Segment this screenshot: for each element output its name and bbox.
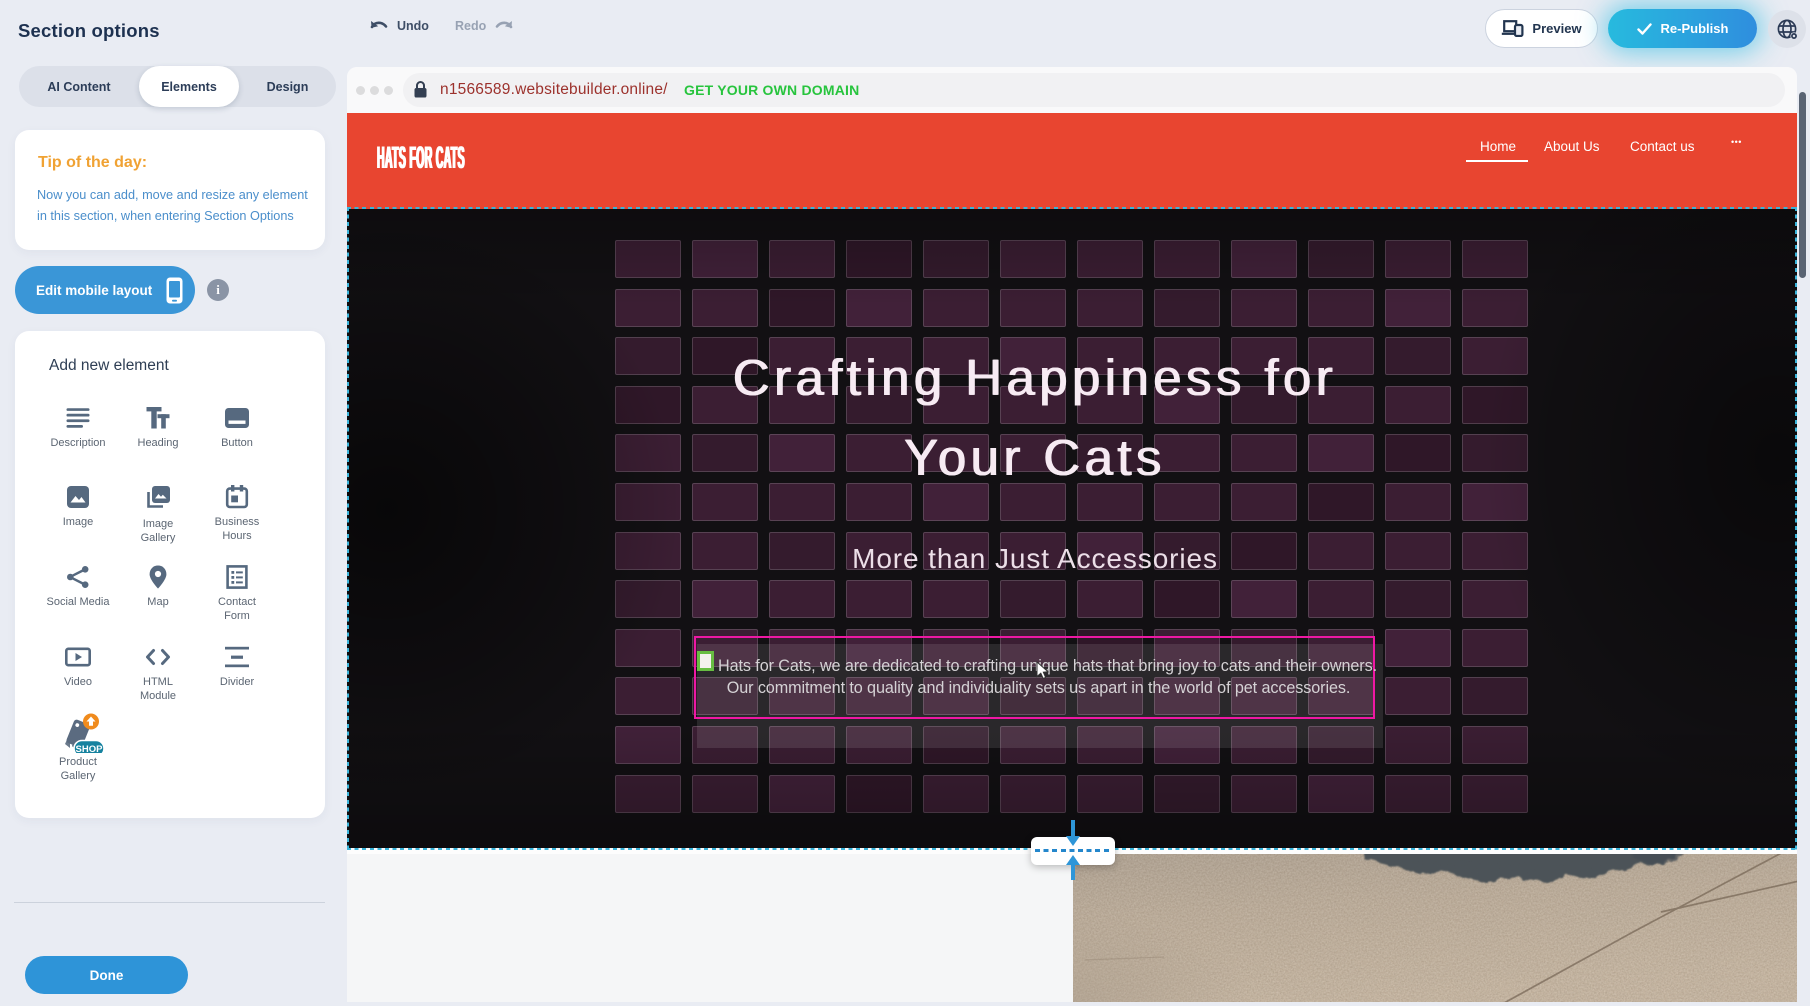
svg-text:SHOP: SHOP (76, 744, 104, 753)
